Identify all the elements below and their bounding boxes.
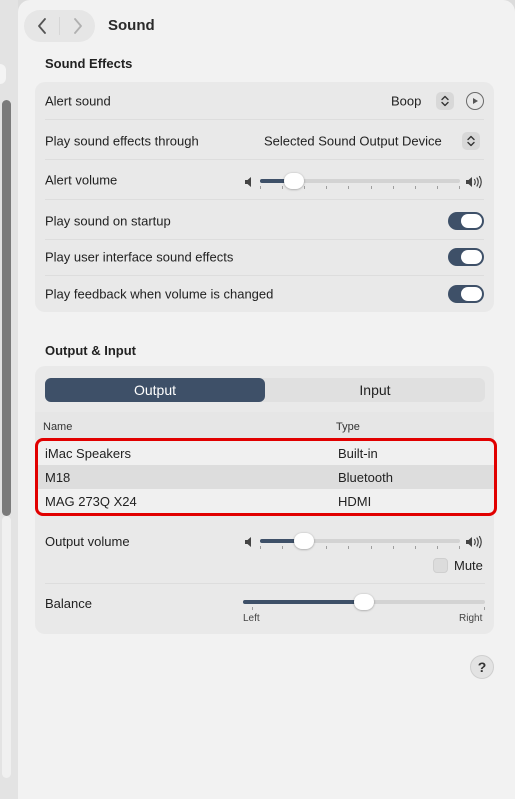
column-header-name[interactable]: Name xyxy=(43,421,72,433)
startup-sound-label: Play sound on startup xyxy=(45,213,171,228)
output-input-tabs: Output Input xyxy=(45,378,485,402)
row-startup-sound: Play sound on startup xyxy=(45,202,484,240)
chevron-left-icon xyxy=(37,18,46,34)
device-type: Built-in xyxy=(338,446,378,461)
speaker-high-icon xyxy=(466,535,482,549)
row-play-through: Play sound effects through Selected Soun… xyxy=(45,122,484,160)
row-volume-feedback: Play feedback when volume is changed xyxy=(45,275,484,313)
forward-button[interactable] xyxy=(60,10,95,42)
alert-sound-popup[interactable]: Boop xyxy=(391,93,421,108)
play-icon xyxy=(473,97,478,104)
ui-effects-toggle[interactable] xyxy=(448,247,484,266)
sidebar-scrollbar-thumb[interactable] xyxy=(2,100,11,516)
mute-checkbox[interactable] xyxy=(433,558,448,573)
tab-output[interactable]: Output xyxy=(45,378,265,402)
ui-effects-label: Play user interface sound effects xyxy=(45,249,234,264)
device-name: iMac Speakers xyxy=(45,446,131,461)
sound-effects-card: Alert sound Boop Play sound effects thro… xyxy=(35,82,494,312)
device-name: MAG 273Q X24 xyxy=(45,494,137,509)
row-ui-effects: Play user interface sound effects xyxy=(45,238,484,276)
tab-input[interactable]: Input xyxy=(265,378,485,402)
sidebar-handle xyxy=(0,64,6,84)
alert-volume-handle[interactable] xyxy=(284,173,304,189)
play-alert-button[interactable] xyxy=(466,91,484,110)
sidebar-scrollbar-track xyxy=(2,516,11,778)
output-volume-slider[interactable] xyxy=(260,531,460,551)
balance-right-tick xyxy=(484,607,485,610)
navigation-group xyxy=(24,10,95,42)
balance-label: Balance xyxy=(45,596,92,611)
output-volume-handle[interactable] xyxy=(294,533,314,549)
balance-handle[interactable] xyxy=(354,594,374,610)
alert-sound-stepper[interactable] xyxy=(436,91,454,110)
table-row[interactable]: MAG 273Q X24 HDMI xyxy=(35,489,494,513)
alert-volume-label: Alert volume xyxy=(45,172,118,188)
column-header-type[interactable]: Type xyxy=(336,421,360,433)
row-alert-sound: Alert sound Boop xyxy=(45,82,484,120)
section-title-output-input: Output & Input xyxy=(45,343,136,358)
divider xyxy=(45,583,485,584)
volume-feedback-label: Play feedback when volume is changed xyxy=(45,286,274,302)
sidebar-edge xyxy=(0,0,18,799)
volume-feedback-toggle[interactable] xyxy=(448,285,484,303)
alert-sound-label: Alert sound xyxy=(45,93,111,108)
play-through-popup[interactable]: Selected Sound Output Device xyxy=(264,133,442,148)
play-through-label: Play sound effects through xyxy=(45,133,199,148)
section-title-sound-effects: Sound Effects xyxy=(45,56,133,71)
speaker-low-icon xyxy=(245,537,251,547)
startup-sound-toggle[interactable] xyxy=(448,211,484,230)
table-row[interactable]: iMac Speakers Built-in xyxy=(35,441,494,465)
table-row-selected[interactable]: M18 Bluetooth xyxy=(35,465,494,489)
speaker-low-icon xyxy=(245,177,251,187)
balance-left-tick xyxy=(252,607,253,610)
speaker-high-icon xyxy=(466,175,482,189)
output-volume-ticks xyxy=(260,546,460,549)
alert-volume-slider[interactable] xyxy=(260,171,460,191)
chevron-updown-icon xyxy=(467,135,475,146)
balance-fill xyxy=(243,600,364,604)
chevron-right-icon xyxy=(73,18,82,34)
chevron-updown-icon xyxy=(441,95,449,106)
play-through-stepper[interactable] xyxy=(462,131,480,150)
balance-right-label: Right xyxy=(459,613,483,624)
page-title: Sound xyxy=(108,17,155,34)
row-alert-volume: Alert volume xyxy=(45,162,484,200)
output-volume-label: Output volume xyxy=(45,534,130,549)
mute-label: Mute xyxy=(454,558,483,573)
help-button[interactable]: ? xyxy=(470,655,494,679)
table-header: Name Type xyxy=(35,412,494,440)
device-name: M18 xyxy=(45,470,71,485)
back-button[interactable] xyxy=(24,10,59,42)
device-type: Bluetooth xyxy=(338,470,393,485)
device-type: HDMI xyxy=(338,494,372,509)
balance-left-label: Left xyxy=(243,613,260,624)
balance-slider[interactable] xyxy=(243,592,485,612)
